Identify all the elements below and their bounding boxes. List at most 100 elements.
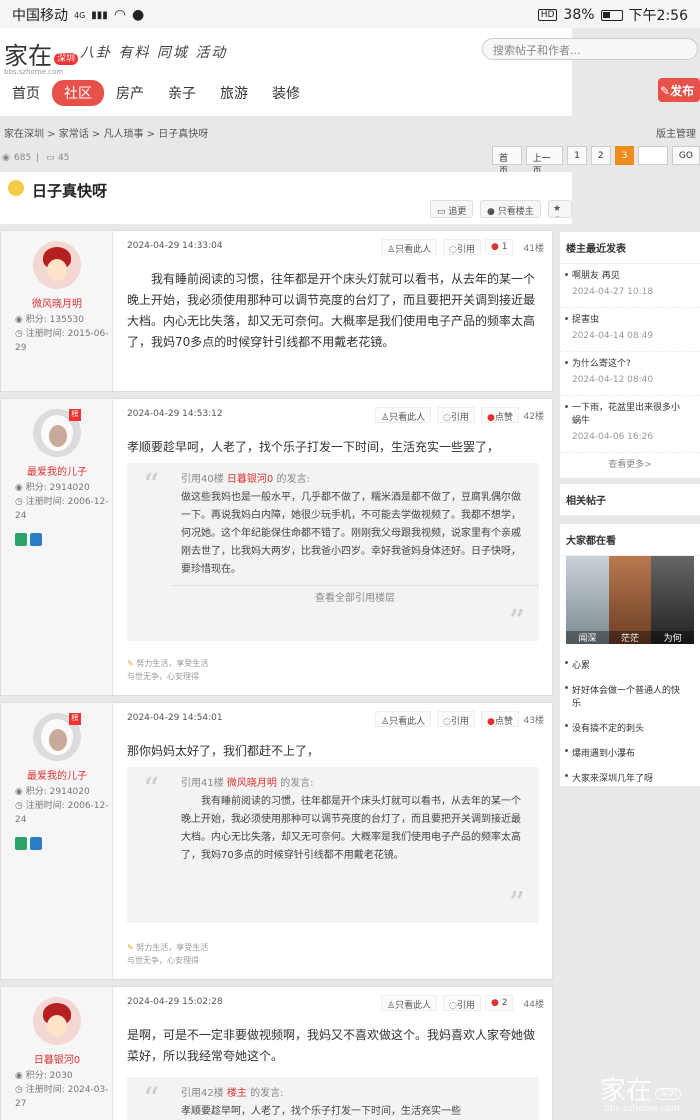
close-quote-icon: ”	[508, 884, 525, 922]
only-this-user-button[interactable]: ♙只看此人	[381, 995, 438, 1011]
author-pane: 微风晓月明 ◉ 积分: 135530 ◷ 注册时间: 2015-06-29	[1, 231, 113, 391]
post-floor-43: 榜 最爱我的儿子 ◉ 积分: 2914020 ◷ 注册时间: 2006-12-2…	[0, 702, 553, 980]
more-link[interactable]: 查看更多>	[560, 453, 700, 474]
recent-posts-title: 楼主最近发表	[560, 232, 700, 264]
smile-icon	[8, 180, 24, 196]
house-medal-icon[interactable]	[30, 533, 42, 546]
crumb-forum[interactable]: 家常话	[59, 129, 89, 140]
trending-item[interactable]: 爆雨遇到小瀑布	[560, 740, 700, 765]
publish-button[interactable]: ✎发布	[658, 78, 700, 102]
chat-icon: ●	[132, 7, 145, 23]
avatar[interactable]	[33, 241, 81, 289]
phone-medal-icon[interactable]	[15, 533, 27, 546]
page-2[interactable]: 2	[590, 146, 611, 165]
pager: 首页 上一页 1 2 3 GO	[492, 146, 700, 177]
like-button[interactable]: ● 1	[485, 239, 514, 255]
trending-panel: 大家都在看 闻深 茫茫 为何 心累 好好体会做一个普通人的快乐 没有搞不定的刺头…	[560, 524, 700, 786]
quote-button[interactable]: ◌引用	[443, 995, 481, 1011]
like-button[interactable]: ● 2	[485, 995, 514, 1011]
close-quote-icon: ”	[508, 602, 525, 640]
quote-block: “ 引用40楼 日暮银河0 的发言: 做这些我妈也是一般水平，几乎都不做了，糯米…	[127, 463, 539, 641]
carrier-label: 中国移动	[12, 8, 68, 24]
site-slogan: 八卦 有料 同城 活动	[80, 45, 228, 61]
crumb-board[interactable]: 凡人琐事	[104, 129, 144, 140]
trending-item[interactable]: 好好体会做一个普通人的快乐	[560, 677, 700, 715]
trending-item[interactable]: 心累	[560, 652, 700, 677]
favorite-button[interactable]: ★收	[548, 200, 572, 218]
crumb-thread[interactable]: 日子真快呀	[158, 129, 208, 140]
author-name[interactable]: 最爱我的儿子	[1, 767, 113, 782]
quoted-user[interactable]: 楼主	[227, 1088, 247, 1099]
only-owner-button[interactable]: ● 只看楼主	[480, 200, 541, 218]
view-all-quotes-link[interactable]: 查看全部引用楼层	[171, 585, 539, 608]
recent-posts-panel: 楼主最近发表 啊朋友 再见 2024-04-27 10:18 捉害虫 2024-…	[560, 232, 700, 478]
nav-decoration[interactable]: 装修	[260, 83, 312, 103]
search-input[interactable]: 搜索帖子和作者...	[482, 38, 698, 60]
recent-post-item[interactable]: 为什么寄这个?	[560, 352, 700, 373]
photo-caption: 闻深	[578, 634, 597, 644]
signature: ✎ 努力生活，享受生活 与世无争，心安理得	[127, 659, 209, 681]
page-prev[interactable]: 上一页	[525, 146, 564, 177]
battery-icon	[600, 9, 623, 21]
admin-link[interactable]: 版主管理	[656, 125, 696, 140]
site-logo[interactable]: 家在 深圳	[4, 36, 79, 71]
nav-parenting[interactable]: 亲子	[156, 83, 208, 103]
only-this-user-button[interactable]: ♙只看此人	[381, 239, 438, 255]
nav-community[interactable]: 社区	[52, 80, 104, 106]
page-go-button[interactable]: GO	[671, 146, 700, 165]
wifi-icon: ◠	[113, 7, 127, 23]
quoted-user[interactable]: 微风晓月明	[227, 778, 277, 789]
author-name[interactable]: 最爱我的儿子	[1, 463, 113, 478]
quote-button[interactable]: ◌引用	[437, 407, 475, 423]
trending-item[interactable]: 大家来深圳几年了呀	[560, 765, 700, 790]
breadcrumb: 家在深圳 > 家常话 > 凡人琐事 > 日子真快呀 版主管理	[0, 116, 700, 146]
post-time: 2024-04-29 14:54:01	[127, 713, 223, 723]
crumb-site[interactable]: 家在深圳	[4, 129, 44, 140]
signature: ✎ 努力生活，享受生活 与世无争，心安理得	[127, 943, 209, 965]
battery-percent: 38%	[563, 7, 595, 23]
avatar[interactable]	[33, 997, 81, 1045]
verified-badge-icon: 榜	[69, 713, 81, 725]
floor-number: 41楼	[523, 244, 544, 254]
nav-travel[interactable]: 旅游	[208, 83, 260, 103]
page-jump-input[interactable]	[638, 146, 668, 165]
quote-button[interactable]: ◌引用	[437, 711, 475, 727]
like-button[interactable]: ●点赞	[481, 711, 519, 727]
phone-medal-icon[interactable]	[15, 837, 27, 850]
author-score: 2914020	[49, 787, 90, 797]
post-time: 2024-04-29 15:02:28	[127, 997, 223, 1007]
trending-photo[interactable]: 闻深 茫茫 为何	[566, 556, 695, 644]
like-button[interactable]: ●点赞	[481, 407, 519, 423]
nav-home[interactable]: 首页	[0, 83, 52, 103]
quote-block: “ 引用41楼 微风晓月明 的发言: 我有睡前阅读的习惯，往年都是开个床头灯就可…	[127, 767, 539, 923]
reply-count: 45	[58, 153, 70, 163]
quote-button[interactable]: ◌引用	[443, 239, 481, 255]
logo-sub: bbs.szhome.com	[4, 68, 64, 76]
main-nav: 首页 社区 房产 亲子 旅游 装修	[0, 80, 312, 106]
recent-post-item[interactable]: 啊朋友 再见	[560, 264, 700, 285]
quote-text: 孝顺要趁早呵，人老了，找个乐子打发一下时间，生活充实一些	[181, 1106, 461, 1117]
follow-button[interactable]: ▭ 追更	[430, 200, 474, 218]
floor-number: 43楼	[523, 716, 544, 726]
trending-title: 大家都在看	[560, 524, 700, 556]
status-bar: 中国移动 4G ▮▮▮ ◠ ● HD 38% 下午2:56	[0, 0, 700, 28]
page-1[interactable]: 1	[567, 146, 587, 165]
house-medal-icon[interactable]	[30, 837, 42, 850]
medals	[15, 533, 42, 546]
recent-post-item[interactable]: 一下雨，花盆里出来很多小蜗牛	[560, 396, 700, 430]
nav-property[interactable]: 房产	[104, 83, 156, 103]
quoted-user[interactable]: 日暮银河0	[227, 474, 273, 485]
recent-post-item[interactable]: 捉害虫	[560, 308, 700, 329]
author-name[interactable]: 日暮银河0	[1, 1051, 113, 1066]
only-this-user-button[interactable]: ♙只看此人	[375, 407, 432, 423]
clock: 下午2:56	[628, 8, 688, 24]
quote-text: 我有睡前阅读的习惯，往年都是开个床头灯就可以看书，从去年的某一个晚上开始，我必须…	[181, 796, 521, 861]
page-home[interactable]: 首页	[492, 146, 522, 177]
author-name[interactable]: 微风晓月明	[1, 295, 113, 310]
trending-item[interactable]: 没有搞不定的刺头	[560, 715, 700, 740]
post-time: 2024-04-29 14:33:04	[127, 241, 223, 251]
floor-number: 42楼	[523, 412, 544, 422]
page-3[interactable]: 3	[614, 146, 635, 165]
comment-icon: ▭	[46, 153, 55, 163]
only-this-user-button[interactable]: ♙只看此人	[375, 711, 432, 727]
